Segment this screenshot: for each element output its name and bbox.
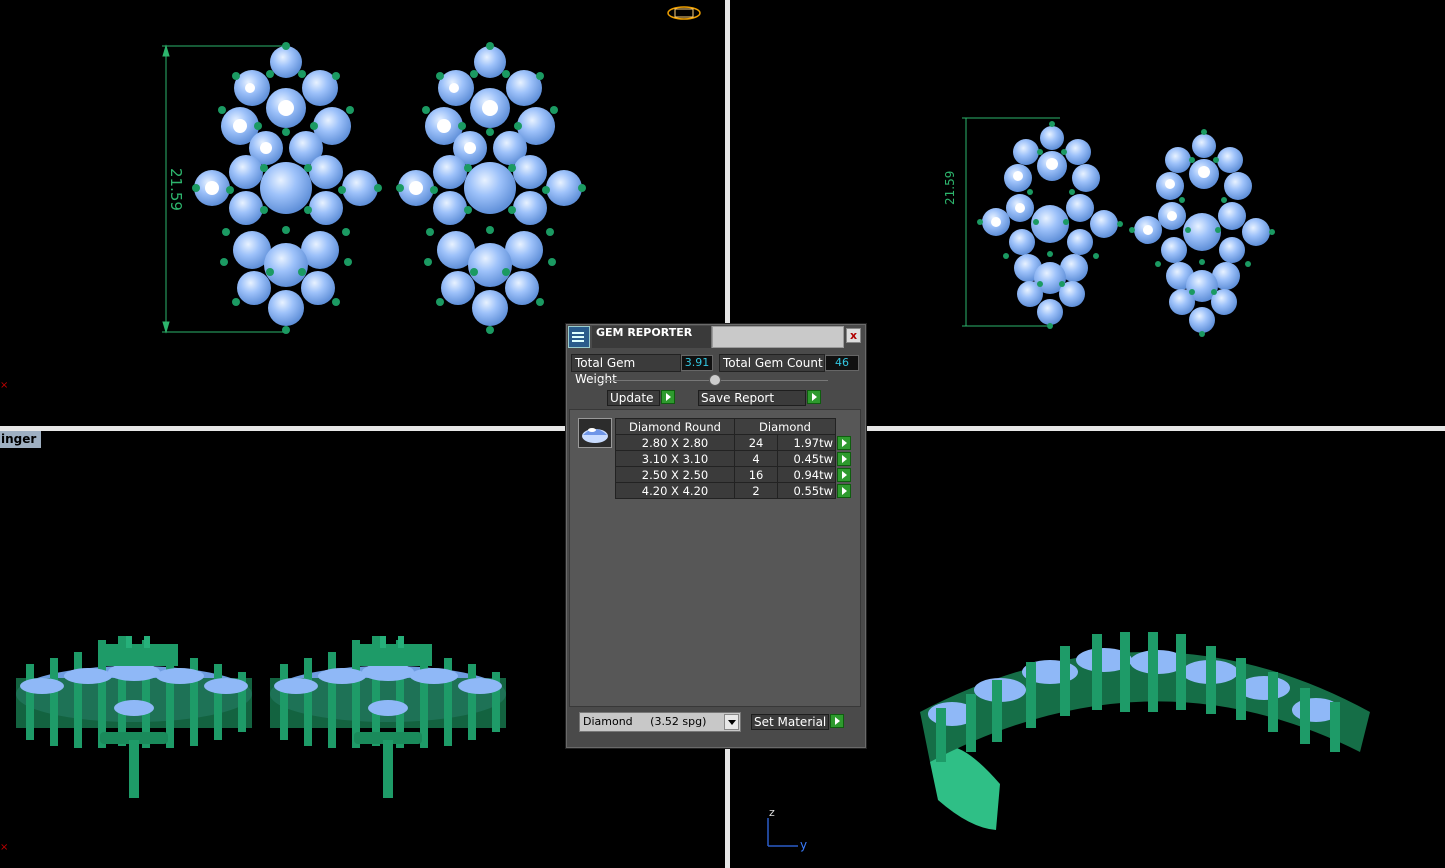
- gem-table: Diamond Round Diamond 2.80 X 2.80 24 1.9…: [615, 418, 853, 499]
- gem-size: 2.80 X 2.80: [615, 434, 735, 451]
- gem-reporter-titlebar[interactable]: GEM REPORTER x: [566, 324, 866, 350]
- axis-z-label: z: [769, 806, 775, 819]
- chevron-down-icon[interactable]: [724, 714, 739, 730]
- material-select-value: Diamond (3.52 spg): [583, 715, 707, 728]
- earring-right-persp: [1129, 129, 1275, 337]
- gem-count: 2: [733, 482, 779, 499]
- origin-marker-2: ×: [0, 842, 9, 853]
- dimension-label: 21.59: [167, 168, 185, 211]
- total-gem-count-label: Total Gem Count: [719, 354, 825, 372]
- viewport-label[interactable]: inger: [0, 431, 42, 448]
- view-cube-icon[interactable]: [666, 5, 702, 21]
- gem-reporter-dialog: GEM REPORTER x Total Gem Weight 3.91 Tot…: [565, 323, 867, 749]
- table-row[interactable]: 4.20 X 4.20 2 0.55tw: [615, 482, 853, 499]
- set-material-button[interactable]: Set Material: [751, 714, 829, 730]
- gem-weight: 0.94tw: [777, 466, 836, 483]
- total-gem-weight-value: 3.91: [681, 355, 713, 371]
- table-row[interactable]: 2.50 X 2.50 16 0.94tw: [615, 466, 853, 483]
- gem-size: 2.50 X 2.50: [615, 466, 735, 483]
- table-row[interactable]: 3.10 X 3.10 4 0.45tw: [615, 450, 853, 467]
- gem-count: 24: [733, 434, 779, 451]
- dialog-title: GEM REPORTER: [592, 326, 712, 348]
- update-button[interactable]: Update: [607, 390, 660, 406]
- gem-weight: 0.55tw: [777, 482, 836, 499]
- save-report-button[interactable]: Save Report: [698, 390, 806, 406]
- gem-size: 3.10 X 3.10: [615, 450, 735, 467]
- gem-round-diamond-icon[interactable]: [578, 418, 612, 448]
- material-select[interactable]: Diamond (3.52 spg): [579, 712, 741, 732]
- earring-left-top: [192, 42, 382, 334]
- total-gem-count-value: 46: [825, 355, 859, 371]
- origin-marker: ×: [0, 380, 9, 391]
- gem-count: 4: [733, 450, 779, 467]
- table-row[interactable]: 2.80 X 2.80 24 1.97tw: [615, 434, 853, 451]
- earring-left-persp: [977, 121, 1123, 329]
- titlebar-drag-area[interactable]: [712, 326, 844, 348]
- row-select-arrow-icon[interactable]: [837, 435, 851, 450]
- collapse-toggle-icon[interactable]: [709, 374, 721, 386]
- column-header-shape: Diamond Round: [615, 418, 735, 435]
- gem-reporter-app-icon: [568, 326, 590, 348]
- axis-y-label: y: [800, 838, 808, 852]
- column-header-material: Diamond: [734, 418, 836, 435]
- row-select-arrow-icon[interactable]: [837, 451, 851, 466]
- gem-weight: 1.97tw: [777, 434, 836, 451]
- axis-gizmo: z y: [760, 806, 810, 856]
- gem-weight: 0.45tw: [777, 450, 836, 467]
- row-select-arrow-icon[interactable]: [837, 483, 851, 498]
- row-select-arrow-icon[interactable]: [837, 467, 851, 482]
- gem-count: 16: [733, 466, 779, 483]
- gem-list-panel: Diamond Round Diamond 2.80 X 2.80 24 1.9…: [569, 409, 861, 707]
- set-material-arrow-icon[interactable]: [830, 714, 844, 728]
- update-arrow-icon[interactable]: [661, 390, 675, 404]
- save-report-arrow-icon[interactable]: [807, 390, 821, 404]
- total-gem-weight-label: Total Gem Weight: [571, 354, 681, 386]
- earring-right-top: [396, 42, 586, 334]
- gem-size: 4.20 X 4.20: [615, 482, 735, 499]
- dimension-label-2: 21.59: [943, 171, 957, 205]
- close-icon[interactable]: x: [846, 328, 861, 343]
